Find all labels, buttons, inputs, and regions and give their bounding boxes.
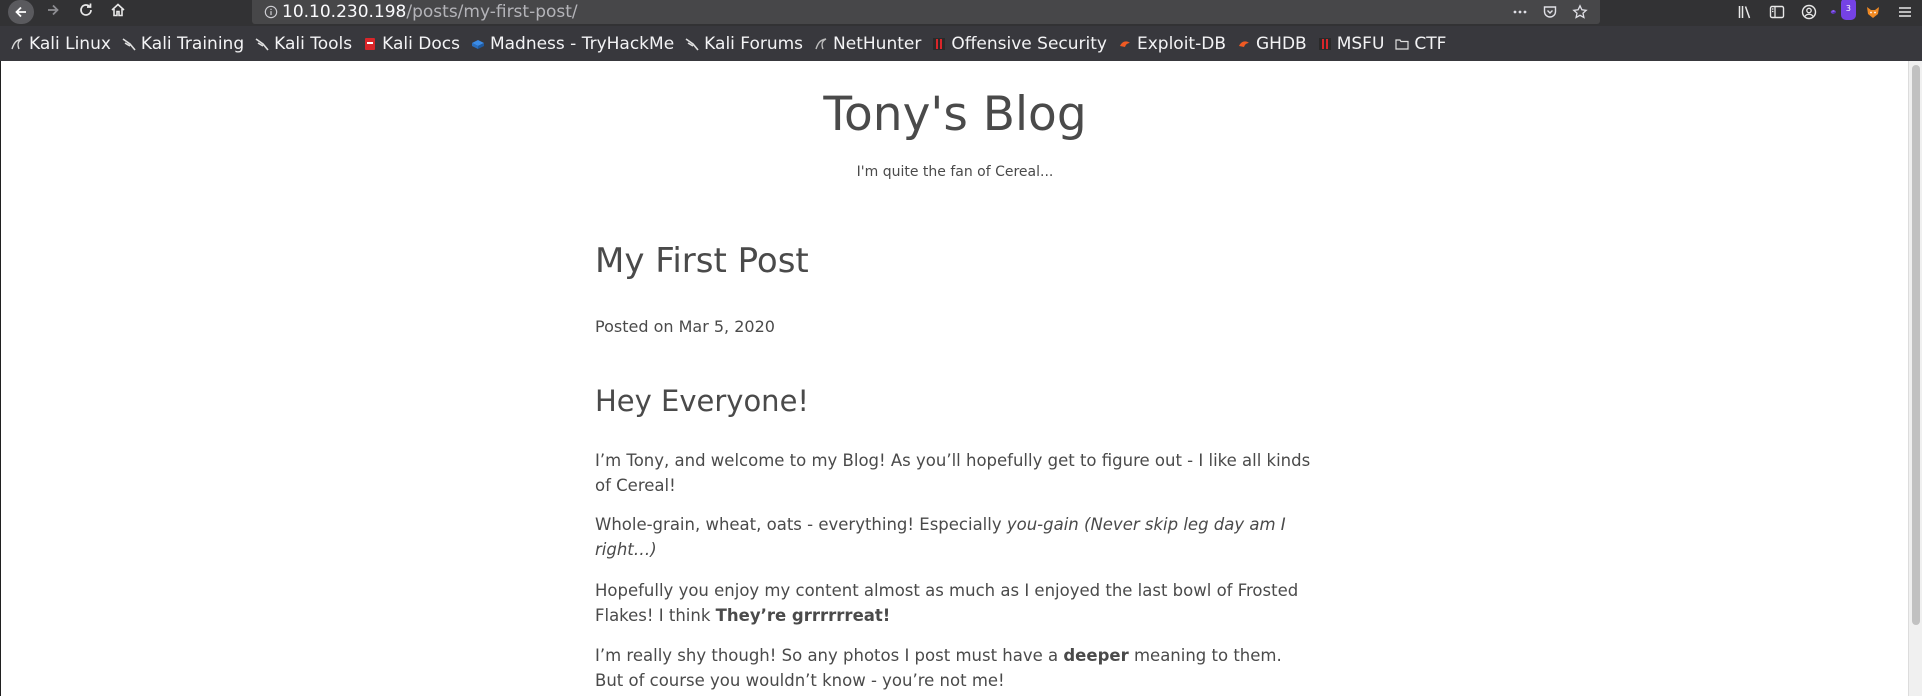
star-icon [1572,4,1588,19]
bookmark-offensive-security[interactable]: Offensive Security [932,30,1107,58]
bookmarks-toolbar: Kali Linux Kali Training Kali Tools Kali… [0,26,1922,61]
hamburger-menu-icon [1899,7,1911,17]
reload-icon [78,2,94,22]
bookmark-label: GHDB [1255,33,1307,54]
bookmark-nethunter[interactable]: NetHunter [814,30,921,58]
bookmark-folder-ctf[interactable]: CTF [1395,30,1446,58]
bold-text: deeper [1063,646,1129,665]
vertical-scrollbar[interactable] [1908,61,1922,696]
post-paragraph: I’m really shy though! So any photos I p… [595,643,1315,693]
back-arrow-icon [8,0,34,24]
bold-text: They’re grrrrrreat! [715,606,891,625]
paragraph-text: Whole-grain, wheat, oats - everything! E… [595,515,1007,534]
tryhackme-icon [471,37,485,51]
offsec-icon [1318,37,1332,51]
url-host: 10.10.230.198 [282,2,407,22]
bookmark-ghdb[interactable]: GHDB [1237,30,1307,58]
bookmark-label: MSFU [1336,33,1385,54]
folder-icon [1395,37,1409,51]
back-button[interactable] [6,0,36,24]
exploitdb-icon [1118,37,1132,51]
home-icon [110,2,126,22]
bookmark-label: Offensive Security [951,33,1107,54]
post-paragraph: Whole-grain, wheat, oats - everything! E… [595,512,1315,562]
bookmark-kali-docs[interactable]: Kali Docs [363,30,460,58]
extension-button[interactable]: 3 [1830,0,1856,23]
url-path: /posts/my-first-post/ [406,2,578,22]
paragraph-text: I’m really shy though! So any photos I p… [595,646,1064,665]
paragraph-text: Hopefully you enjoy my content almost as… [595,581,1299,625]
extension-badge: 3 [1840,0,1856,20]
post-heading: Hey Everyone! [595,384,810,418]
browser-toolbar: 10.10.230.198/posts/my-first-post/ 3 [0,0,1922,26]
url-text[interactable]: 10.10.230.198/posts/my-first-post/ [282,1,578,23]
bookmark-label: Kali Forums [704,33,804,54]
post-paragraph: Hopefully you enjoy my content almost as… [595,578,1315,628]
site-title-link[interactable]: Tony's Blog [1,87,1909,142]
bookmark-kali-training[interactable]: Kali Training [122,30,244,58]
post-paragraph: I’m Tony, and welcome to my Blog! As you… [595,451,1311,495]
post-date: Posted on Mar 5, 2020 [595,317,775,336]
kali-docs-icon [363,37,377,51]
pocket-button[interactable] [1540,2,1560,22]
nethunter-icon [814,37,828,51]
bookmark-label: CTF [1414,33,1447,54]
site-subtitle: I'm quite the fan of Cereal... [856,164,1054,180]
scrollbar-thumb[interactable] [1912,65,1920,625]
bookmark-label: NetHunter [833,33,922,54]
post-article: My First Post Posted on Mar 5, 2020 Hey … [595,241,1315,690]
bookmark-label: Exploit-DB [1136,33,1226,54]
bookmark-label: Kali Tools [274,33,353,54]
account-icon [1801,4,1817,20]
bookmark-label: Kali Training [140,33,245,54]
offsec-icon [932,37,946,51]
bookmark-kali-linux[interactable]: Kali Linux [10,30,111,58]
bookmark-label: Kali Linux [29,33,111,54]
bookmark-madness-tryhackme[interactable]: Madness - TryHackMe [471,30,674,58]
bookmark-star-button[interactable] [1570,2,1590,22]
library-button[interactable] [1734,1,1756,23]
kali-dragon-icon [685,37,699,51]
exploitdb-icon [1237,37,1251,51]
pocket-icon [1543,6,1557,18]
site-info-icon[interactable] [262,3,280,21]
foxyproxy-button[interactable] [1862,1,1884,23]
bookmark-msfu[interactable]: MSFU [1318,30,1385,58]
forward-button[interactable] [39,0,67,24]
kali-dragon-icon [10,37,24,51]
fox-icon [1867,7,1879,18]
bookmark-exploit-db[interactable]: Exploit-DB [1118,30,1226,58]
extension-icon [1830,9,1836,15]
page-actions-button[interactable] [1510,2,1530,22]
bookmark-label: Madness - TryHackMe [489,33,675,54]
sidebar-button[interactable] [1766,1,1788,23]
post-title: My First Post [595,241,809,281]
page-viewport: Tony's Blog I'm quite the fan of Cereal.… [0,61,1908,696]
more-dots-icon [1513,10,1527,14]
bookmark-kali-tools[interactable]: Kali Tools [255,30,352,58]
kali-dragon-icon [122,37,136,51]
account-button[interactable] [1798,1,1820,23]
library-icon [1738,6,1751,19]
menu-button[interactable] [1894,1,1916,23]
reload-button[interactable] [72,0,100,24]
bookmark-label: Kali Docs [382,33,460,54]
url-bar[interactable]: 10.10.230.198/posts/my-first-post/ [252,0,1600,24]
forward-arrow-icon [45,2,61,22]
kali-dragon-icon [255,37,269,51]
sidebar-icon [1769,5,1785,19]
home-button[interactable] [104,0,132,24]
bookmark-kali-forums[interactable]: Kali Forums [685,30,803,58]
